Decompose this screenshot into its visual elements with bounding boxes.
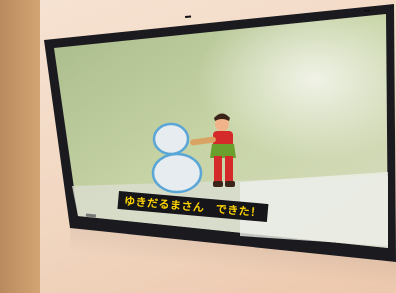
photo-scene: ゆきだるまさん できた！ [0,0,396,293]
tv-illustration [44,4,396,262]
